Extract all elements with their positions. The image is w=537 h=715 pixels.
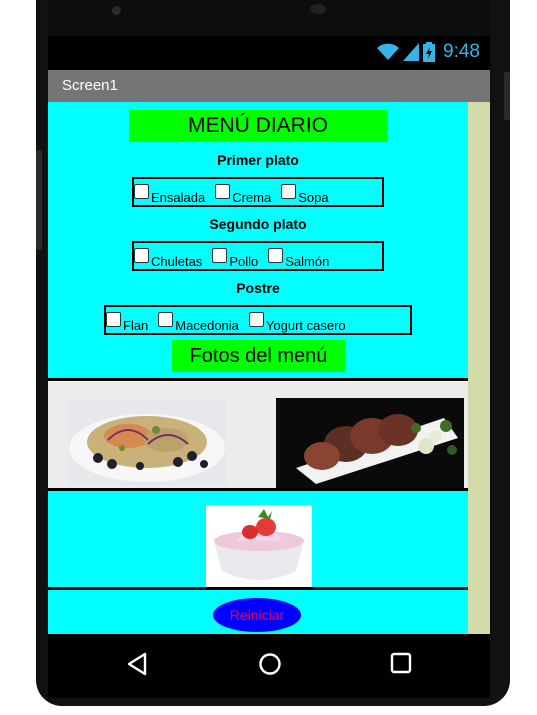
photo-row — [48, 382, 468, 488]
options-primer: Ensalada Crema Sopa — [132, 177, 384, 207]
option-sopa[interactable]: Sopa — [281, 181, 329, 205]
option-crema[interactable]: Crema — [215, 181, 271, 205]
option-pollo[interactable]: Pollo — [212, 245, 258, 269]
option-flan[interactable]: Flan — [106, 309, 148, 333]
salad-photo — [68, 400, 226, 486]
photos-label: Fotos del menú — [172, 340, 345, 372]
yogurt-photo — [206, 505, 312, 587]
options-postre: Flan Macedonia Yogurt casero — [104, 305, 412, 335]
menu-title: MENÚ DIARIO — [129, 110, 387, 142]
checkbox[interactable] — [281, 184, 297, 199]
clock: 9:48 — [443, 41, 480, 62]
checkbox[interactable] — [158, 312, 174, 327]
home-icon[interactable] — [258, 652, 282, 676]
battery-icon — [423, 42, 436, 62]
meat-photo — [276, 398, 464, 488]
option-yogurt[interactable]: Yogurt casero — [248, 309, 346, 333]
top-bezel — [48, 0, 490, 40]
signal-icon — [403, 43, 420, 61]
navigation-bar — [48, 634, 490, 698]
scrollbar[interactable] — [468, 102, 490, 634]
checkbox[interactable] — [268, 248, 284, 263]
back-icon[interactable] — [126, 652, 148, 676]
speaker-grille — [310, 4, 326, 14]
section-label-segundo: Segundo plato — [209, 216, 307, 232]
reset-button[interactable]: Reiniciar — [213, 598, 301, 632]
app-title: Screen1 — [62, 77, 118, 94]
front-camera — [112, 6, 121, 15]
option-salmon[interactable]: Salmón — [268, 245, 329, 269]
app-screen[interactable]: MENÚ DIARIO Primer plato Ensalada Crema … — [48, 102, 490, 634]
menu-panel — [48, 102, 468, 378]
option-ensalada[interactable]: Ensalada — [134, 181, 205, 205]
checkbox[interactable] — [212, 248, 228, 263]
option-macedonia[interactable]: Macedonia — [158, 309, 239, 333]
checkbox[interactable] — [134, 184, 149, 199]
section-label-postre: Postre — [236, 280, 280, 296]
power-button — [504, 72, 510, 120]
option-chuletas[interactable]: Chuletas — [134, 245, 202, 269]
divider — [48, 378, 468, 381]
app-title-bar: Screen1 — [48, 70, 490, 102]
volume-button — [36, 150, 42, 250]
checkbox[interactable] — [106, 312, 121, 327]
checkbox[interactable] — [248, 312, 264, 327]
section-label-primer: Primer plato — [217, 152, 299, 168]
checkbox[interactable] — [215, 184, 231, 199]
checkbox[interactable] — [134, 248, 149, 263]
status-bar: 9:48 — [48, 36, 490, 70]
options-segundo: Chuletas Pollo Salmón — [132, 241, 384, 271]
wifi-icon — [377, 43, 400, 60]
recents-icon[interactable] — [390, 652, 412, 674]
